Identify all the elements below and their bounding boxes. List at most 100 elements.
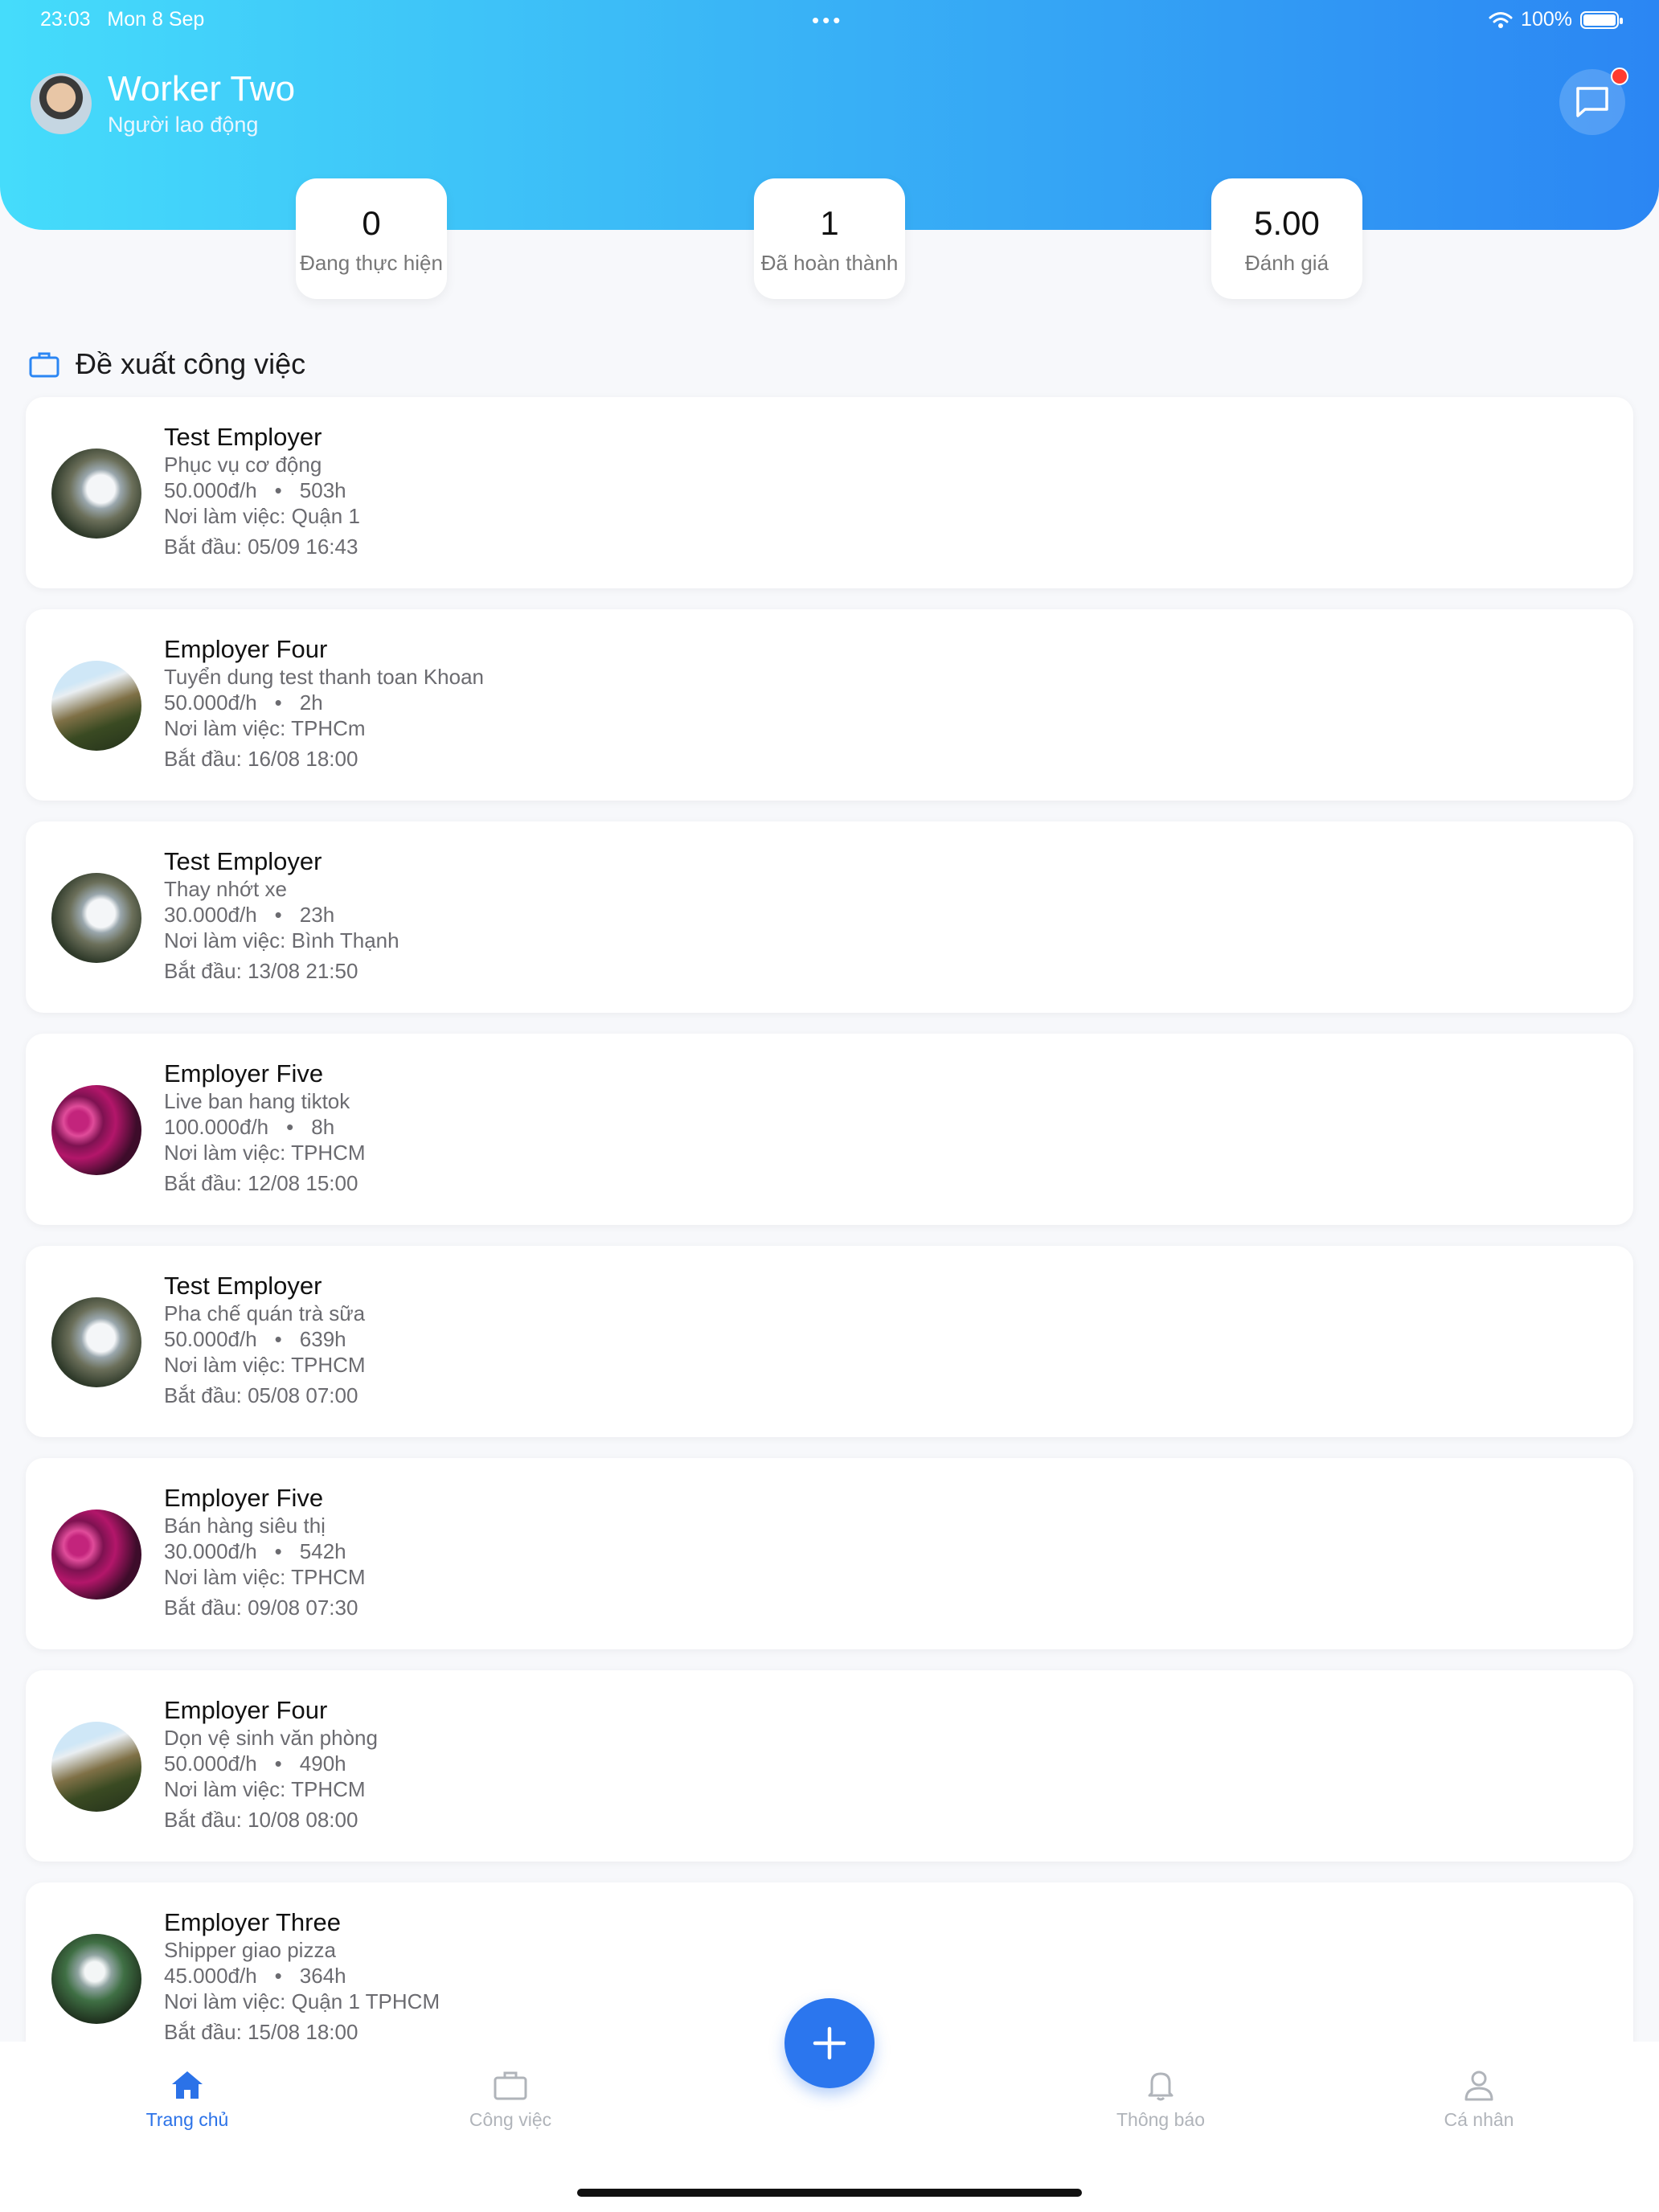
job-card[interactable]: Test Employer Phục vụ cơ động 50.000đ/h … <box>26 397 1633 588</box>
job-title: Thay nhớt xe <box>164 877 287 901</box>
stat-rating: 5.00 Đánh giá <box>1211 178 1362 299</box>
add-button[interactable] <box>784 1998 875 2088</box>
job-title: Phục vụ cơ động <box>164 453 322 477</box>
job-card[interactable]: Employer Four Tuyển dung test thanh toan… <box>26 609 1633 801</box>
hourly-rate: 45.000đ/h <box>164 1964 257 1988</box>
profile-header[interactable]: Worker Two Người lao động <box>31 69 295 137</box>
job-title: Dọn vệ sinh văn phòng <box>164 1726 378 1750</box>
job-card[interactable]: Employer Five Bán hàng siêu thị 30.000đ/… <box>26 1458 1633 1649</box>
briefcase-icon <box>29 352 59 378</box>
bullet-separator: • <box>286 1115 294 1139</box>
job-details: Test Employer Phục vụ cơ động 50.000đ/h … <box>164 423 360 559</box>
employer-name: Employer Four <box>164 1696 328 1724</box>
profile-role: Người lao động <box>108 113 259 137</box>
hourly-rate: 30.000đ/h <box>164 903 257 927</box>
status-right: 100% <box>1489 8 1623 31</box>
wifi-icon <box>1489 11 1513 28</box>
tab-label: Cá nhân <box>1444 2109 1514 2130</box>
job-start-time: Bắt đầu: 10/08 08:00 <box>164 1808 358 1832</box>
employer-avatar <box>51 1297 141 1387</box>
hourly-rate: 30.000đ/h <box>164 1539 257 1563</box>
tab-home[interactable]: Trang chủ <box>107 2069 268 2131</box>
stat-label: Đánh giá <box>1244 251 1329 275</box>
tab-jobs[interactable]: Công việc <box>430 2069 591 2131</box>
employer-name: Employer Five <box>164 1059 324 1088</box>
job-card[interactable]: Employer Four Dọn vệ sinh văn phòng 50.0… <box>26 1670 1633 1862</box>
tab-notifications[interactable]: Thông báo <box>1080 2069 1241 2131</box>
job-location: Nơi làm việc: TPHCM <box>164 1565 366 1589</box>
bullet-separator: • <box>274 690 282 715</box>
status-bar: 23:03 Mon 8 Sep ••• 100% <box>0 6 1659 39</box>
job-card[interactable]: Test Employer Thay nhớt xe 30.000đ/h • 2… <box>26 821 1633 1013</box>
job-duration: 364h <box>299 1964 346 1988</box>
plus-icon <box>813 2026 846 2060</box>
employer-avatar <box>51 1509 141 1600</box>
job-location: Nơi làm việc: TPHCm <box>164 716 366 740</box>
tab-profile[interactable]: Cá nhân <box>1399 2069 1559 2131</box>
bullet-separator: • <box>274 478 282 502</box>
job-duration: 8h <box>311 1115 335 1139</box>
messages-button[interactable] <box>1559 68 1628 135</box>
section-title: Đề xuất công việc <box>29 347 305 381</box>
chat-icon <box>1576 87 1608 117</box>
employer-name: Employer Five <box>164 1484 324 1512</box>
job-rate-row: 50.000đ/h • 639h <box>164 1326 366 1352</box>
job-rate-row: 45.000đ/h • 364h <box>164 1963 440 1989</box>
job-rate-row: 50.000đ/h • 2h <box>164 690 484 715</box>
section-title-text: Đề xuất công việc <box>76 347 306 380</box>
job-rate-row: 30.000đ/h • 542h <box>164 1538 366 1564</box>
employer-name: Employer Four <box>164 635 328 663</box>
employer-avatar <box>51 873 141 963</box>
hourly-rate: 50.000đ/h <box>164 478 257 502</box>
employer-avatar <box>51 1722 141 1812</box>
avatar[interactable] <box>31 72 92 134</box>
bullet-separator: • <box>274 903 282 927</box>
person-icon <box>1464 2071 1493 2101</box>
job-card[interactable]: Employer Five Live ban hang tiktok 100.0… <box>26 1034 1633 1225</box>
job-details: Employer Five Live ban hang tiktok 100.0… <box>164 1059 366 1196</box>
tab-label: Công việc <box>469 2109 552 2130</box>
job-title: Tuyển dung test thanh toan Khoan <box>164 665 485 689</box>
hourly-rate: 50.000đ/h <box>164 1751 257 1776</box>
multitasking-dots[interactable]: ••• <box>812 8 843 33</box>
employer-avatar <box>51 661 141 751</box>
stat-value: 1 <box>820 204 839 242</box>
job-start-time: Bắt đầu: 16/08 18:00 <box>164 747 358 771</box>
job-rate-row: 50.000đ/h • 490h <box>164 1751 378 1776</box>
job-start-time: Bắt đầu: 05/09 16:43 <box>164 535 358 559</box>
job-rate-row: 50.000đ/h • 503h <box>164 477 360 503</box>
stat-completed: 1 Đã hoàn thành <box>754 178 905 299</box>
employer-name: Test Employer <box>164 847 322 875</box>
job-location: Nơi làm việc: TPHCM <box>164 1777 366 1801</box>
home-icon <box>172 2071 203 2099</box>
job-details: Employer Three Shipper giao pizza 45.000… <box>164 1908 440 2045</box>
job-card[interactable]: Test Employer Pha chế quán trà sữa 50.00… <box>26 1246 1633 1437</box>
bullet-separator: • <box>274 1751 282 1776</box>
employer-name: Test Employer <box>164 1272 322 1300</box>
job-title: Bán hàng siêu thị <box>164 1514 326 1538</box>
job-start-time: Bắt đầu: 05/08 07:00 <box>164 1383 358 1407</box>
bullet-separator: • <box>274 1327 282 1351</box>
employer-avatar <box>51 1934 141 2024</box>
tab-label: Trang chủ <box>145 2109 229 2130</box>
employer-avatar <box>51 449 141 539</box>
job-details: Test Employer Pha chế quán trà sữa 50.00… <box>164 1272 366 1408</box>
job-title: Live ban hang tiktok <box>164 1089 350 1113</box>
job-location: Nơi làm việc: Quận 1 <box>164 504 360 528</box>
job-details: Test Employer Thay nhớt xe 30.000đ/h • 2… <box>164 847 399 984</box>
hourly-rate: 50.000đ/h <box>164 1327 257 1351</box>
job-start-time: Bắt đầu: 12/08 15:00 <box>164 1171 358 1195</box>
job-location: Nơi làm việc: TPHCM <box>164 1141 366 1165</box>
job-location: Nơi làm việc: Bình Thạnh <box>164 928 399 952</box>
job-details: Employer Four Tuyển dung test thanh toan… <box>164 635 484 772</box>
stat-in-progress: 0 Đang thực hiện <box>296 178 447 299</box>
stat-label: Đang thực hiện <box>300 251 443 275</box>
job-duration: 2h <box>299 690 323 715</box>
home-indicator[interactable] <box>577 2189 1082 2197</box>
status-time: 23:03 Mon 8 Sep <box>40 8 205 31</box>
bullet-separator: • <box>274 1964 282 1988</box>
job-details: Employer Five Bán hàng siêu thị 30.000đ/… <box>164 1484 366 1620</box>
bullet-separator: • <box>274 1539 282 1563</box>
employer-name: Test Employer <box>164 423 322 451</box>
job-duration: 23h <box>299 903 335 927</box>
